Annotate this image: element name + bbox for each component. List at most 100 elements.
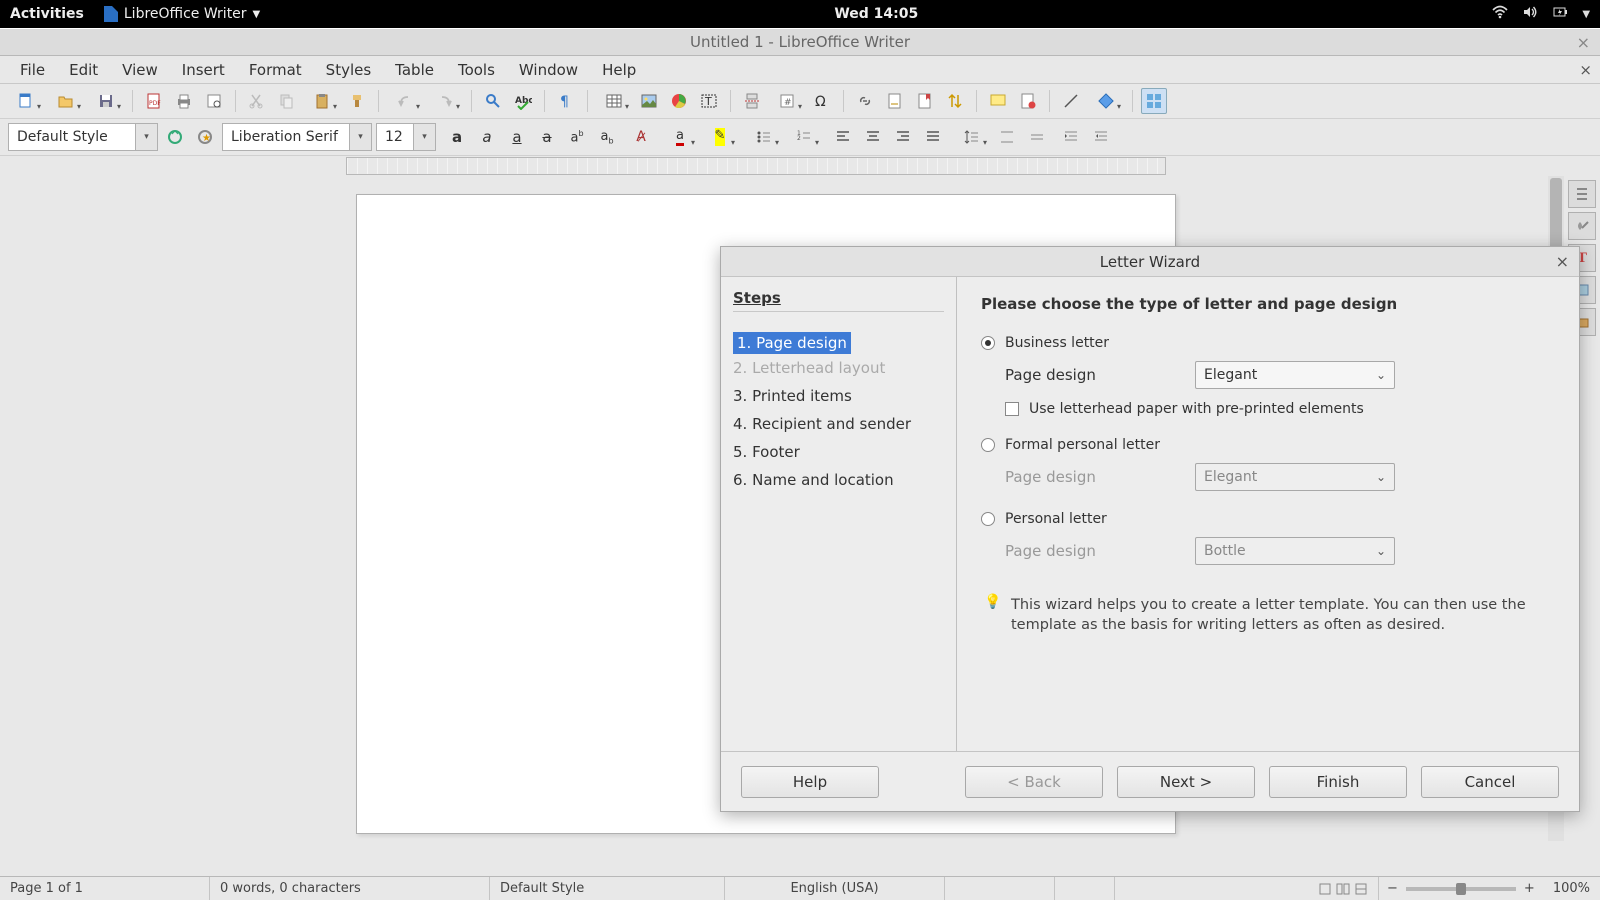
menu-tools[interactable]: Tools [446, 57, 507, 83]
status-selection[interactable] [1055, 877, 1115, 900]
radio-business-label[interactable]: Business letter [1005, 335, 1109, 351]
wizard-next-button[interactable]: Next > [1117, 766, 1255, 798]
menu-view[interactable]: View [110, 57, 170, 83]
underline-button[interactable]: a [504, 124, 530, 150]
para-space-inc-button[interactable] [994, 124, 1020, 150]
horizontal-ruler[interactable] [346, 157, 1166, 175]
insert-field-button[interactable]: # [769, 88, 805, 114]
cut-button[interactable] [244, 88, 270, 114]
wifi-icon[interactable] [1492, 5, 1508, 23]
show-draw-button[interactable] [1141, 88, 1167, 114]
status-view-buttons[interactable] [1308, 877, 1379, 900]
highlight-button[interactable]: ✎ [702, 124, 738, 150]
system-tray[interactable]: ▼ [1492, 5, 1590, 23]
align-left-button[interactable] [830, 124, 856, 150]
wizard-finish-button[interactable]: Finish [1269, 766, 1407, 798]
clock[interactable]: Wed 14:05 [834, 6, 918, 22]
open-button[interactable] [48, 88, 84, 114]
insert-chart-button[interactable] [666, 88, 692, 114]
update-style-button[interactable] [162, 124, 188, 150]
radio-formal-letter[interactable] [981, 438, 995, 452]
number-list-button[interactable]: 12 [786, 124, 822, 150]
window-close-button[interactable]: × [1577, 33, 1590, 52]
zoom-slider[interactable] [1406, 887, 1516, 891]
save-button[interactable] [88, 88, 124, 114]
bullet-list-button[interactable] [746, 124, 782, 150]
document-close-button[interactable]: × [1579, 61, 1592, 79]
menu-help[interactable]: Help [590, 57, 648, 83]
wizard-title-bar[interactable]: Letter Wizard × [721, 247, 1579, 277]
status-language[interactable]: English (USA) [725, 877, 945, 900]
new-doc-button[interactable] [8, 88, 44, 114]
special-char-button[interactable]: Ω [809, 88, 835, 114]
subscript-button[interactable]: ab [594, 124, 620, 150]
zoom-in-icon[interactable]: + [1524, 881, 1535, 896]
align-justify-button[interactable] [920, 124, 946, 150]
clear-formatting-button[interactable]: A̷ [628, 124, 654, 150]
activities-button[interactable]: Activities [10, 6, 84, 22]
bookmark-icon[interactable] [912, 88, 938, 114]
line-spacing-button[interactable] [954, 124, 990, 150]
find-replace-button[interactable] [480, 88, 506, 114]
superscript-button[interactable]: ab [564, 124, 590, 150]
wizard-step-4[interactable]: 4. Recipient and sender [733, 410, 944, 438]
letterhead-checkbox[interactable] [1005, 402, 1019, 416]
menu-insert[interactable]: Insert [170, 57, 237, 83]
increase-indent-button[interactable] [1058, 124, 1084, 150]
menu-file[interactable]: File [8, 57, 57, 83]
status-words[interactable]: 0 words, 0 characters [210, 877, 490, 900]
new-style-button[interactable]: ★ [192, 124, 218, 150]
wizard-close-button[interactable]: × [1556, 252, 1569, 271]
wizard-step-6[interactable]: 6. Name and location [733, 466, 944, 494]
menu-edit[interactable]: Edit [57, 57, 110, 83]
radio-business-letter[interactable] [981, 336, 995, 350]
sidebar-tab-properties[interactable] [1568, 180, 1596, 208]
spellcheck-button[interactable]: Abc [510, 88, 536, 114]
menu-window[interactable]: Window [507, 57, 590, 83]
radio-personal-label[interactable]: Personal letter [1005, 511, 1107, 527]
font-name-combo[interactable]: Liberation Serif▾ [222, 123, 372, 151]
insert-table-button[interactable] [596, 88, 632, 114]
footnote-button[interactable] [882, 88, 908, 114]
menu-table[interactable]: Table [383, 57, 446, 83]
menu-styles[interactable]: Styles [314, 57, 384, 83]
bold-button[interactable]: a [444, 124, 470, 150]
decrease-indent-button[interactable] [1088, 124, 1114, 150]
hyperlink-button[interactable] [852, 88, 878, 114]
chevron-down-icon[interactable]: ▼ [1582, 9, 1590, 20]
status-page[interactable]: Page 1 of 1 [0, 877, 210, 900]
wizard-step-2[interactable]: 2. Letterhead layout [733, 354, 944, 382]
cross-ref-button[interactable] [942, 88, 968, 114]
zoom-out-icon[interactable]: − [1387, 881, 1398, 896]
undo-button[interactable] [387, 88, 423, 114]
print-button[interactable] [171, 88, 197, 114]
font-color-button[interactable]: a [662, 124, 698, 150]
wizard-step-5[interactable]: 5. Footer [733, 438, 944, 466]
battery-icon[interactable] [1552, 5, 1568, 23]
line-button[interactable] [1058, 88, 1084, 114]
wizard-step-1[interactable]: 1. Page design [733, 332, 944, 354]
app-menu[interactable]: LibreOffice Writer ▼ [104, 6, 260, 22]
status-style[interactable]: Default Style [490, 877, 725, 900]
para-space-dec-button[interactable] [1024, 124, 1050, 150]
page-design-select-business[interactable]: Elegant [1195, 361, 1395, 389]
copy-button[interactable] [274, 88, 300, 114]
wizard-help-button[interactable]: Help [741, 766, 879, 798]
export-pdf-button[interactable]: PDF [141, 88, 167, 114]
zoom-controls[interactable]: − + [1379, 881, 1543, 896]
basic-shapes-button[interactable] [1088, 88, 1124, 114]
page-break-button[interactable] [739, 88, 765, 114]
wizard-cancel-button[interactable]: Cancel [1421, 766, 1559, 798]
font-size-combo[interactable]: 12▾ [376, 123, 436, 151]
paste-button[interactable] [304, 88, 340, 114]
italic-button[interactable]: a [474, 124, 500, 150]
radio-formal-label[interactable]: Formal personal letter [1005, 437, 1160, 453]
align-center-button[interactable] [860, 124, 886, 150]
radio-personal-letter[interactable] [981, 512, 995, 526]
letterhead-checkbox-label[interactable]: Use letterhead paper with pre-printed el… [1029, 401, 1364, 417]
insert-textbox-button[interactable]: T [696, 88, 722, 114]
align-right-button[interactable] [890, 124, 916, 150]
insert-image-button[interactable] [636, 88, 662, 114]
status-zoom-value[interactable]: 100% [1543, 877, 1600, 900]
clone-formatting-button[interactable] [344, 88, 370, 114]
